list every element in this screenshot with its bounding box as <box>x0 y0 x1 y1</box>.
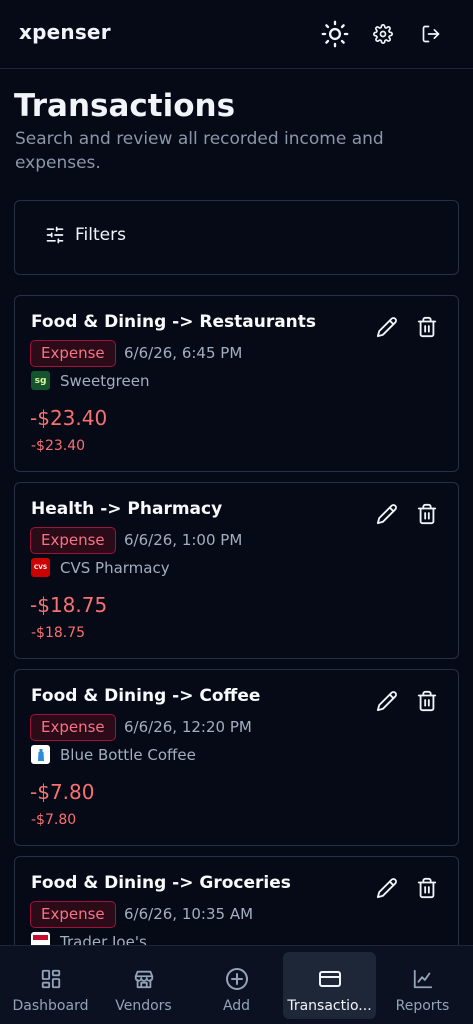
bottom-nav: Dashboard Vendors Add Transactio... Repo… <box>0 945 473 1024</box>
transaction-category: Food & Dining -> Restaurants <box>31 312 317 332</box>
gear-icon <box>373 24 393 44</box>
delete-button[interactable] <box>416 690 438 712</box>
vendor-name[interactable]: Sweetgreen <box>60 372 149 390</box>
delete-button[interactable] <box>416 503 438 525</box>
nav-label: Add <box>222 998 251 1014</box>
nav-label: Dashboard <box>12 998 89 1014</box>
vendor-name[interactable]: CVS Pharmacy <box>60 559 170 577</box>
nav-label: Transactio... <box>287 998 372 1014</box>
transaction-category: Health -> Pharmacy <box>31 499 223 519</box>
nav-label: Reports <box>395 998 450 1014</box>
vendor-logo-text: sg <box>34 375 47 386</box>
delete-button[interactable] <box>416 316 438 338</box>
page-title: Transactions <box>14 88 236 124</box>
trader-joes-logo-mark <box>33 935 48 940</box>
vendor-logo-text: CVS <box>33 564 48 571</box>
transaction-date: 6/6/26, 6:45 PM <box>124 344 243 362</box>
delete-button[interactable] <box>416 877 438 899</box>
transaction-category: Food & Dining -> Groceries <box>31 873 291 893</box>
trash-icon <box>417 877 437 899</box>
vendor-logo: CVS <box>31 558 50 577</box>
nav-item-add[interactable]: Add <box>190 952 283 1019</box>
edit-button[interactable] <box>376 877 398 899</box>
transaction-amount: -$23.40 <box>30 406 108 430</box>
app-root: xpenser Transactions Search and review a… <box>0 0 473 1024</box>
transaction-card[interactable]: Health -> Pharmacy Expense 6/6/26, 1:00 … <box>14 482 459 659</box>
dashboard-icon <box>40 966 62 992</box>
transaction-card[interactable]: Food & Dining -> Restaurants Expense 6/6… <box>14 295 459 472</box>
vendor-name[interactable]: Blue Bottle Coffee <box>60 746 196 764</box>
store-icon <box>132 966 156 992</box>
transaction-date: 6/6/26, 1:00 PM <box>124 531 243 549</box>
credit-card-icon <box>318 966 342 992</box>
type-badge: Expense <box>30 340 116 367</box>
theme-toggle-button[interactable] <box>318 17 352 51</box>
sun-icon <box>321 20 349 48</box>
edit-button[interactable] <box>376 690 398 712</box>
vendor-logo <box>31 745 50 764</box>
nav-item-vendors[interactable]: Vendors <box>97 952 190 1019</box>
nav-item-dashboard[interactable]: Dashboard <box>4 952 97 1019</box>
chart-icon <box>412 966 434 992</box>
logout-icon <box>422 25 440 43</box>
transaction-date: 6/6/26, 10:35 AM <box>124 905 254 923</box>
type-badge: Expense <box>30 901 116 928</box>
plus-circle-icon <box>225 966 249 992</box>
transaction-amount-secondary: -$7.80 <box>31 812 77 828</box>
pencil-icon <box>376 317 397 338</box>
nav-item-reports[interactable]: Reports <box>376 952 469 1019</box>
nav-label: Vendors <box>115 998 172 1014</box>
filters-toggle-button[interactable]: Filters <box>45 225 126 245</box>
pencil-icon <box>376 691 397 712</box>
nav-item-transactions[interactable]: Transactio... <box>283 952 376 1019</box>
pencil-icon <box>376 504 397 525</box>
transaction-card[interactable]: Food & Dining -> Coffee Expense 6/6/26, … <box>14 669 459 846</box>
trash-icon <box>417 316 437 338</box>
bottle-icon <box>37 748 44 761</box>
brand-logo[interactable]: xpenser <box>19 20 111 44</box>
edit-button[interactable] <box>376 316 398 338</box>
trash-icon <box>417 503 437 525</box>
page-subtitle: Search and review all recorded income an… <box>15 129 384 173</box>
transaction-amount: -$18.75 <box>30 593 108 617</box>
top-bar: xpenser <box>0 0 473 69</box>
filters-panel: Filters <box>14 200 459 275</box>
logout-button[interactable] <box>414 17 448 51</box>
sliders-icon <box>46 226 64 244</box>
type-badge: Expense <box>30 527 116 554</box>
edit-button[interactable] <box>376 503 398 525</box>
settings-button[interactable] <box>366 17 400 51</box>
transaction-category: Food & Dining -> Coffee <box>31 686 261 706</box>
transaction-amount-secondary: -$18.75 <box>31 625 86 641</box>
pencil-icon <box>376 878 397 899</box>
filters-label: Filters <box>75 225 126 245</box>
transaction-date: 6/6/26, 12:20 PM <box>124 718 252 736</box>
transaction-amount: -$7.80 <box>30 780 95 804</box>
trash-icon <box>417 690 437 712</box>
transaction-amount-secondary: -$23.40 <box>31 438 86 454</box>
vendor-logo: sg <box>31 371 50 390</box>
type-badge: Expense <box>30 714 116 741</box>
